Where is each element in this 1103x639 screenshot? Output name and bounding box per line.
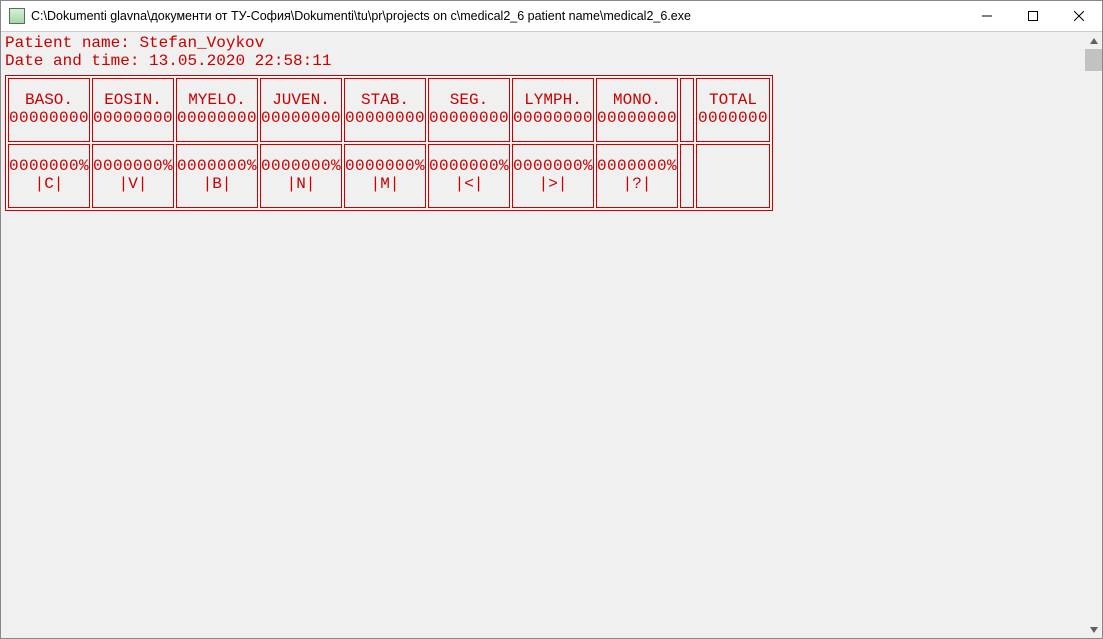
column-label: STAB. — [361, 92, 409, 110]
column-percent: 0000000% — [345, 158, 425, 176]
total-value: 0000000 — [698, 110, 768, 128]
column-key: |<| — [455, 176, 484, 194]
scroll-down-icon[interactable] — [1085, 621, 1102, 638]
cell-lymph: LYMPH.00000000 — [512, 78, 594, 142]
cell-pct-baso: 0000000%|C| — [8, 144, 90, 208]
cell-pct-myelo: 0000000%|B| — [176, 144, 258, 208]
column-count: 00000000 — [345, 110, 425, 128]
column-percent: 0000000% — [261, 158, 341, 176]
column-key: |>| — [539, 176, 568, 194]
column-count: 00000000 — [177, 110, 257, 128]
total-label: TOTAL — [709, 92, 757, 110]
separator-cell — [680, 144, 694, 208]
window-titlebar: C:\Dokumenti glavna\документи от ТУ-Софи… — [1, 1, 1102, 32]
column-percent: 0000000% — [429, 158, 509, 176]
minimize-button[interactable] — [964, 1, 1010, 31]
cell-eosin: EOSIN.00000000 — [92, 78, 174, 142]
column-key: |M| — [371, 176, 400, 194]
counts-table: BASO.00000000EOSIN.00000000MYELO.0000000… — [5, 75, 773, 211]
column-percent: 0000000% — [93, 158, 173, 176]
column-count: 00000000 — [597, 110, 677, 128]
column-label: MONO. — [613, 92, 661, 110]
cell-total: TOTAL0000000 — [696, 78, 770, 142]
header-text: Patient name: Stefan_Voykov Date and tim… — [5, 34, 1098, 71]
cell-baso: BASO.00000000 — [8, 78, 90, 142]
column-label: SEG. — [450, 92, 488, 110]
column-percent: 0000000% — [597, 158, 677, 176]
column-label: MYELO. — [188, 92, 246, 110]
column-percent: 0000000% — [9, 158, 89, 176]
cell-pct-stab: 0000000%|M| — [344, 144, 426, 208]
column-count: 00000000 — [429, 110, 509, 128]
cell-pct-seg: 0000000%|<| — [428, 144, 510, 208]
cell-juven: JUVEN.00000000 — [260, 78, 342, 142]
cell-pct-eosin: 0000000%|V| — [92, 144, 174, 208]
cell-pct-juven: 0000000%|N| — [260, 144, 342, 208]
column-percent: 0000000% — [177, 158, 257, 176]
column-label: EOSIN. — [104, 92, 162, 110]
cell-mono: MONO.00000000 — [596, 78, 678, 142]
cell-total-empty — [696, 144, 770, 208]
app-icon — [9, 8, 25, 24]
column-key: |V| — [119, 176, 148, 194]
column-count: 00000000 — [261, 110, 341, 128]
column-label: BASO. — [25, 92, 73, 110]
column-count: 00000000 — [9, 110, 89, 128]
column-key: |B| — [203, 176, 232, 194]
column-count: 00000000 — [93, 110, 173, 128]
maximize-button[interactable] — [1010, 1, 1056, 31]
cell-pct-lymph: 0000000%|>| — [512, 144, 594, 208]
column-key: |?| — [623, 176, 652, 194]
scroll-thumb[interactable] — [1085, 49, 1102, 71]
separator-cell — [680, 78, 694, 142]
column-count: 00000000 — [513, 110, 593, 128]
client-area: Patient name: Stefan_Voykov Date and tim… — [1, 32, 1102, 638]
cell-pct-mono: 0000000%|?| — [596, 144, 678, 208]
vertical-scrollbar[interactable] — [1085, 32, 1102, 638]
window-title: C:\Dokumenti glavna\документи от ТУ-Софи… — [31, 9, 964, 23]
column-label: LYMPH. — [524, 92, 582, 110]
column-key: |C| — [35, 176, 64, 194]
cell-seg: SEG.00000000 — [428, 78, 510, 142]
column-percent: 0000000% — [513, 158, 593, 176]
cell-stab: STAB.00000000 — [344, 78, 426, 142]
column-key: |N| — [287, 176, 316, 194]
close-button[interactable] — [1056, 1, 1102, 31]
column-label: JUVEN. — [272, 92, 330, 110]
scroll-up-icon[interactable] — [1085, 32, 1102, 49]
cell-myelo: MYELO.00000000 — [176, 78, 258, 142]
